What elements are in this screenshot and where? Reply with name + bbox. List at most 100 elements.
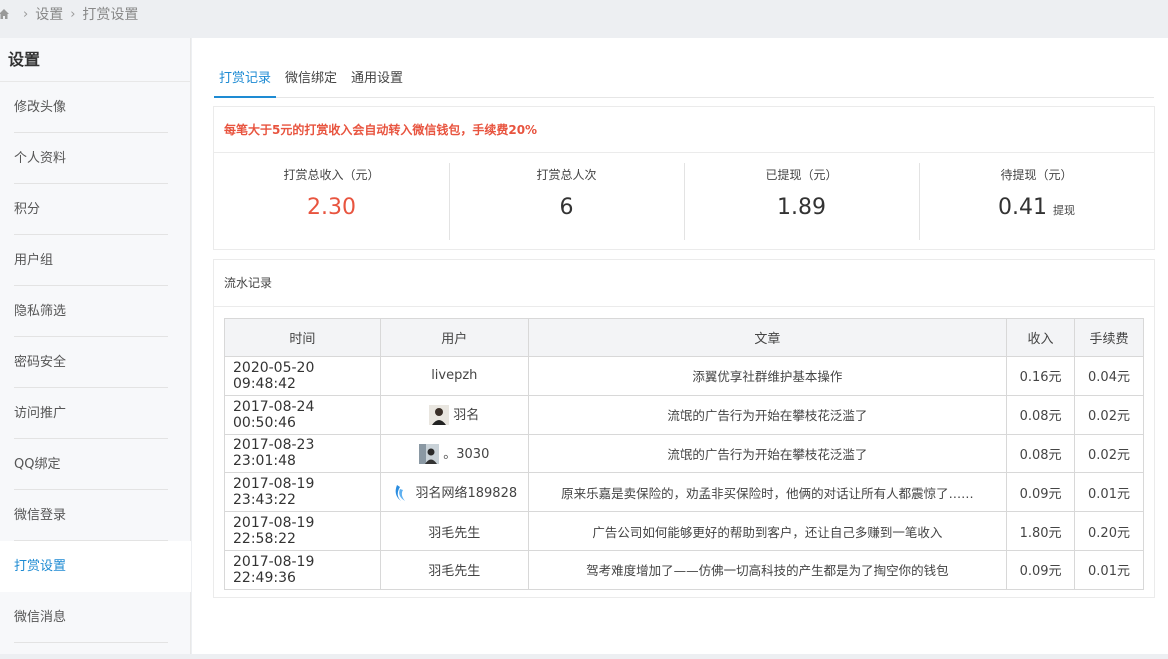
table-row: 2017-08-19 23:43:22 羽名网络189828 原来乐嘉是卖保险的… xyxy=(224,472,1144,513)
cell-article: 原来乐嘉是卖保险的，劝孟非买保险时，他俩的对话让所有人都震惊了…… xyxy=(527,472,1008,513)
user-name-link[interactable]: 羽毛先生 xyxy=(428,564,480,579)
user-name-link[interactable]: 羽名网络189828 xyxy=(415,486,517,501)
table-header-row: 时间 用户 文章 收入 手续费 xyxy=(224,318,1144,357)
sidebar-item-wechat-login[interactable]: 微信登录 xyxy=(0,490,190,541)
records-title: 流水记录 xyxy=(214,260,1154,307)
cell-fee: 0.04元 xyxy=(1074,356,1144,396)
records-panel: 流水记录 时间 用户 文章 收入 手续费 2020-05-20 09:48:42… xyxy=(213,259,1155,598)
sidebar-item-avatar[interactable]: 修改头像 xyxy=(0,82,190,133)
sidebar-item-points[interactable]: 积分 xyxy=(0,184,190,235)
table-row: 2017-08-23 23:01:48 。3030 流氓的广告行为开始在攀枝花泛… xyxy=(224,433,1144,474)
article-link[interactable]: 广告公司如何能够更好的帮助到客户，还让自己多赚到一笔收入 xyxy=(592,525,942,540)
stat-value-row: 0.41 提现 xyxy=(919,195,1154,220)
cell-fee: 0.20元 xyxy=(1074,511,1144,551)
bottom-edge xyxy=(0,654,1168,659)
cell-income: 1.80元 xyxy=(1006,511,1076,551)
sidebar-item-wechat-messages[interactable]: 微信消息 xyxy=(0,592,190,643)
sidebar-item-reward-settings[interactable]: 打赏设置 xyxy=(0,541,191,592)
breadcrumb-settings-link[interactable]: 设置 xyxy=(35,4,63,24)
stat-value: 0.41 xyxy=(998,195,1047,220)
tab-bar: 打赏记录 微信绑定 通用设置 xyxy=(214,68,1154,98)
sidebar-item-profile[interactable]: 个人资料 xyxy=(0,133,190,184)
column-header-fee: 手续费 xyxy=(1074,318,1144,357)
sidebar-item-privacy[interactable]: 隐私筛选 xyxy=(0,286,190,337)
user-name-link[interactable]: livepzh xyxy=(431,368,477,383)
stat-value: 1.89 xyxy=(777,195,826,220)
table-row: 2017-08-19 22:58:22 羽毛先生 广告公司如何能够更好的帮助到客… xyxy=(224,511,1144,551)
sidebar-item-label: 积分 xyxy=(14,202,41,217)
breadcrumb-separator: › xyxy=(70,6,76,22)
cell-income: 0.09元 xyxy=(1006,472,1076,513)
cell-user: 。3030 xyxy=(379,433,529,474)
cell-fee: 0.01元 xyxy=(1074,549,1144,590)
sidebar-title: 设置 xyxy=(0,38,190,82)
sidebar-item-password[interactable]: 密码安全 xyxy=(0,337,190,388)
cell-income: 0.09元 xyxy=(1006,549,1076,590)
user-avatar[interactable] xyxy=(429,405,450,426)
withdraw-link[interactable]: 提现 xyxy=(1053,204,1075,217)
cell-time: 2017-08-19 22:58:22 xyxy=(224,511,381,551)
stat-label: 打赏总人次 xyxy=(536,168,597,182)
sidebar-item-promotion[interactable]: 访问推广 xyxy=(0,388,190,439)
column-header-time: 时间 xyxy=(224,318,381,357)
cell-article: 添翼优享社群维护基本操作 xyxy=(527,356,1008,396)
stat-label: 待提现（元） xyxy=(1000,168,1073,182)
notice-text: 每笔大于5元的打赏收入会自动转入微信钱包，手续费20% xyxy=(214,107,1154,153)
tab-wechat-binding[interactable]: 微信绑定 xyxy=(280,68,342,97)
sidebar-item-label: 用户组 xyxy=(14,253,54,268)
stat-withdrawn: 已提现（元） 1.89 xyxy=(684,153,919,250)
column-header-user: 用户 xyxy=(379,318,529,357)
cell-time: 2017-08-24 00:50:46 xyxy=(224,394,381,435)
table-row: 2017-08-19 22:49:36 羽毛先生 驾考难度增加了——仿佛一切高科… xyxy=(224,549,1144,590)
cell-income: 0.16元 xyxy=(1006,356,1076,396)
stat-total-income: 打赏总收入（元） 2.30 xyxy=(214,153,449,250)
cell-time: 2017-08-19 23:43:22 xyxy=(224,472,381,513)
article-link[interactable]: 驾考难度增加了——仿佛一切高科技的产生都是为了掏空你的钱包 xyxy=(586,563,949,578)
column-header-income: 收入 xyxy=(1006,318,1076,357)
article-link[interactable]: 流氓的广告行为开始在攀枝花泛滥了 xyxy=(667,408,867,423)
user-avatar[interactable] xyxy=(391,483,411,503)
breadcrumb-current: 打赏设置 xyxy=(82,7,139,23)
cell-user: 羽名网络189828 xyxy=(379,472,529,513)
breadcrumb: › 设置 › 打赏设置 xyxy=(0,0,1168,28)
stat-label: 打赏总收入（元） xyxy=(283,168,380,182)
user-name-link[interactable]: 羽名 xyxy=(453,408,479,423)
stat-pending: 待提现（元） 0.41 提现 xyxy=(919,153,1154,250)
article-link[interactable]: 流氓的广告行为开始在攀枝花泛滥了 xyxy=(667,447,867,462)
sidebar-item-usergroup[interactable]: 用户组 xyxy=(0,235,190,286)
stat-value: 2.30 xyxy=(307,195,356,220)
breadcrumb-separator: › xyxy=(23,6,29,22)
cell-article: 广告公司如何能够更好的帮助到客户，还让自己多赚到一笔收入 xyxy=(527,511,1008,551)
stat-label: 已提现（元） xyxy=(765,168,838,182)
user-name-link[interactable]: 。3030 xyxy=(443,447,489,462)
sidebar-item-label: 访问推广 xyxy=(14,406,67,421)
article-link[interactable]: 原来乐嘉是卖保险的，劝孟非买保险时，他俩的对话让所有人都震惊了…… xyxy=(561,486,974,501)
cell-time: 2020-05-20 09:48:42 xyxy=(224,356,381,396)
tab-general-settings[interactable]: 通用设置 xyxy=(346,68,408,97)
table-row: 2017-08-24 00:50:46 羽名 流氓的广告行为开始在攀枝花泛滥了 … xyxy=(224,394,1144,435)
cell-user: 羽毛先生 xyxy=(379,549,529,590)
user-name-link[interactable]: 羽毛先生 xyxy=(428,526,480,541)
sidebar-item-qq-binding[interactable]: QQ绑定 xyxy=(0,439,190,490)
cell-income: 0.08元 xyxy=(1006,433,1076,474)
cell-user: 羽名 xyxy=(379,394,529,435)
cell-fee: 0.01元 xyxy=(1074,472,1144,513)
cell-article: 流氓的广告行为开始在攀枝花泛滥了 xyxy=(527,433,1008,474)
sidebar-item-label: 个人资料 xyxy=(14,151,67,166)
summary-panel: 每笔大于5元的打赏收入会自动转入微信钱包，手续费20% 打赏总收入（元） 2.3… xyxy=(213,106,1155,250)
home-icon[interactable] xyxy=(0,8,10,20)
divider xyxy=(14,642,168,643)
stats-row: 打赏总收入（元） 2.30 打赏总人次 6 已提现（元） 1.89 待提现（元）… xyxy=(214,153,1154,250)
sidebar: 设置 修改头像 个人资料 积分 用户组 隐私筛选 密码安全 访问推广 QQ绑定 … xyxy=(0,38,191,659)
cell-fee: 0.02元 xyxy=(1074,394,1144,435)
cell-fee: 0.02元 xyxy=(1074,433,1144,474)
cell-time: 2017-08-23 23:01:48 xyxy=(224,433,381,474)
sidebar-item-label: 微信登录 xyxy=(14,508,67,523)
user-avatar[interactable] xyxy=(419,444,440,465)
cell-user: livepzh xyxy=(379,356,529,396)
table-row: 2020-05-20 09:48:42 livepzh 添翼优享社群维护基本操作… xyxy=(224,356,1144,396)
sidebar-item-label: 打赏设置 xyxy=(14,559,67,574)
tab-reward-records[interactable]: 打赏记录 xyxy=(214,68,277,98)
sidebar-item-label: 密码安全 xyxy=(14,355,67,370)
article-link[interactable]: 添翼优享社群维护基本操作 xyxy=(692,369,842,384)
